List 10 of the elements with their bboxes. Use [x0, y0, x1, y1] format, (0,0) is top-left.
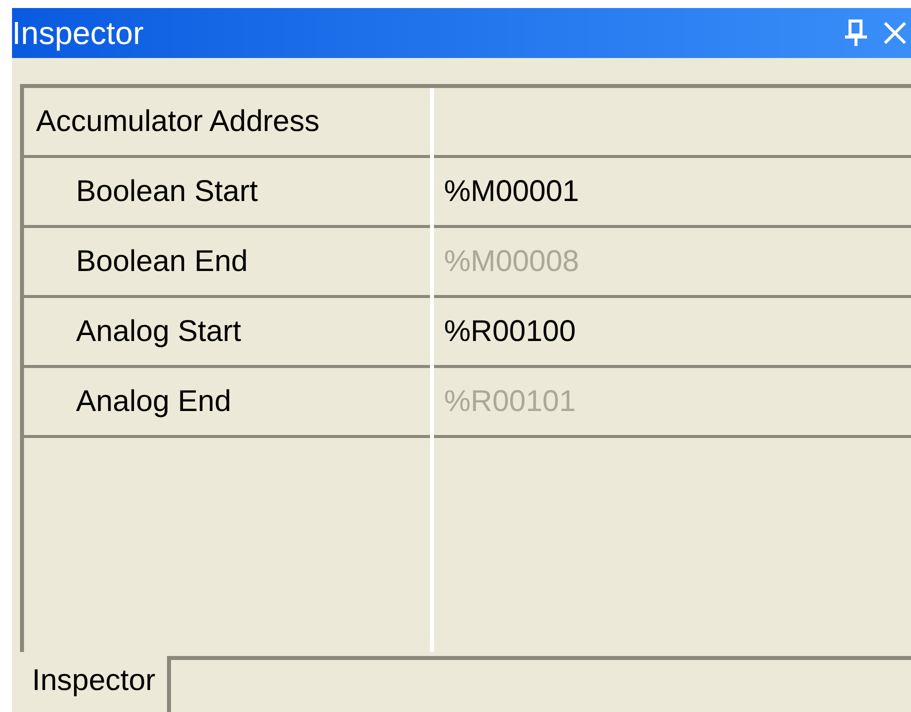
property-name: Analog Start — [75, 314, 242, 350]
property-name: Boolean Start — [75, 174, 259, 210]
category-label: Accumulator Address — [35, 104, 320, 140]
window-title: Inspector — [12, 14, 145, 53]
pin-icon[interactable] — [845, 19, 867, 47]
close-icon[interactable] — [883, 21, 907, 45]
property-value[interactable]: %M00001 — [430, 158, 911, 225]
property-name: Boolean End — [75, 244, 249, 280]
property-value[interactable]: %R00100 — [430, 298, 911, 365]
property-name: Analog End — [75, 384, 232, 420]
